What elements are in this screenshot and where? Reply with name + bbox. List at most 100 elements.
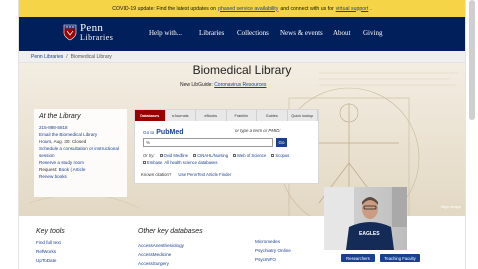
nav-news-events[interactable]: News & events [280, 29, 333, 37]
scrollbar[interactable] [465, 0, 478, 269]
schedule-consultation-link[interactable]: Schedule a consultation or instructional… [39, 145, 122, 159]
key-tool-refworks[interactable]: RefWorks [36, 247, 136, 256]
other-key-databases-section: Other key databases AccessAnesthesiology… [138, 228, 338, 268]
request-label: Request: [39, 167, 58, 172]
option-cinahl-label: CINAHL/Nursing [197, 153, 229, 158]
logo-libraries-text: Libraries [80, 33, 114, 42]
option-scopus[interactable]: Scopus [271, 153, 289, 158]
db-accessanesthesiology[interactable]: AccessAnesthesiology [138, 241, 236, 250]
pubmed-logo-med: Med [169, 129, 184, 136]
pubmed-logo-link[interactable]: PubMed [156, 129, 183, 136]
known-citation-label: Known citation? [141, 172, 172, 177]
option-cinahl[interactable]: CINAHL/Nursing [193, 153, 228, 158]
option-ovid-medline-label: Ovid Medline [163, 153, 189, 158]
option-embase[interactable]: Embase [143, 160, 162, 165]
main-nav: Help with... Libraries Collections News … [149, 29, 382, 37]
tab-ejournals[interactable]: eJournals [166, 110, 196, 121]
search-input[interactable]: % [143, 138, 273, 147]
tab-quick-lookup[interactable]: Quick lookup [288, 110, 318, 121]
db-micromedex[interactable]: Micromedex [255, 237, 291, 246]
or-try-label: Or try: [143, 153, 155, 158]
breadcrumb-current: Biomedical Library [70, 53, 112, 60]
pubmed-logo-pub: Pub [156, 129, 170, 136]
request-row: Request: Book | Article [39, 166, 122, 173]
option-ovid-medline[interactable]: Ovid Medline [159, 153, 189, 158]
alert-prefix: COVID-19 update: Find the latest updates… [112, 5, 217, 12]
search-tabs: Databases eJournals eBooks Franklin Guid… [135, 110, 318, 121]
nav-giving[interactable]: Giving [363, 29, 382, 37]
researchers-button[interactable]: Researchers [341, 254, 375, 262]
checkbox-icon[interactable] [271, 154, 275, 158]
renew-books-link[interactable]: Renew books [39, 173, 122, 180]
other-databases-col2: Micromedex Psychiatry Online PsycINFO [255, 237, 291, 264]
browser-page: COVID-19 update: Find the latest updates… [19, 0, 465, 269]
checkbox-icon[interactable] [159, 154, 163, 158]
at-library-heading: At the Library [39, 113, 81, 120]
scrollbar-thumb[interactable] [469, 0, 475, 120]
or-try-options: Or try: Ovid Medline CINAHL/Nursing Web … [143, 153, 313, 158]
request-book-link[interactable]: Book [59, 167, 69, 172]
go-to-pubmed-row: Go to PubMed [143, 129, 183, 136]
hours-text: , Aug. 30: Closed [51, 139, 87, 144]
email-library-link[interactable]: Email the Biomedical Library [39, 131, 122, 138]
hours-link[interactable]: Hours [39, 139, 51, 144]
key-tools-heading: Key tools [36, 228, 65, 235]
other-databases-heading: Other key databases [138, 228, 203, 235]
key-tool-uptodate[interactable]: UpToDate [36, 256, 136, 265]
alert-link-phased-services[interactable]: phased service availability [218, 6, 278, 12]
phone-link[interactable]: 215-898-5818 [39, 124, 122, 131]
search-hint: or type a term or PMID: [235, 128, 281, 133]
nav-about[interactable]: About [333, 29, 363, 37]
db-psychiatry-online[interactable]: Psychiatry Online [255, 246, 291, 255]
nav-help-with[interactable]: Help with... [149, 29, 199, 37]
page-title: Biomedical Library [192, 63, 292, 77]
teaching-faculty-button[interactable]: Teaching Faculty [380, 254, 420, 262]
option-embase-label: Embase [147, 160, 163, 165]
penn-shield-icon [63, 24, 77, 41]
alert-suffix: . [370, 5, 372, 12]
site-header: Penn Libraries Help with... Libraries Co… [19, 17, 465, 51]
key-tool-find-full-text[interactable]: Find full text [36, 238, 136, 247]
libguide-coronavirus-link[interactable]: Coronavirus Resources [214, 82, 266, 88]
tab-guides[interactable]: Guides [257, 110, 288, 121]
breadcrumb: Penn Libraries / Biomedical Library [19, 51, 465, 63]
option-web-of-science-label: Web of Science [237, 153, 267, 158]
alert-middle: and connect with us for [280, 5, 334, 12]
nav-collections[interactable]: Collections [237, 29, 280, 37]
tab-franklin[interactable]: Franklin [227, 110, 257, 121]
covid-alert-banner: COVID-19 update: Find the latest updates… [19, 0, 465, 17]
tab-ebooks[interactable]: eBooks [196, 110, 227, 121]
nav-libraries[interactable]: Libraries [199, 29, 237, 37]
go-button[interactable]: Go [276, 138, 287, 147]
at-the-library-card: At the Library 215-898-5818 Email the Bi… [34, 109, 127, 197]
penn-libraries-logo[interactable]: Penn Libraries [63, 23, 113, 42]
search-widget: Databases eJournals eBooks Franklin Guid… [134, 109, 319, 184]
shirt-text: EAGLES [359, 231, 380, 237]
checkbox-icon[interactable] [233, 154, 237, 158]
presenter-video-icon [324, 187, 407, 250]
libguide-notice: New LibGuide: Coronavirus Resources [180, 82, 266, 88]
hours-row: Hours, Aug. 30: Closed [39, 138, 122, 145]
left-window-edge [0, 0, 19, 269]
libguide-label: New LibGuide: [180, 82, 213, 88]
option-scopus-label: Scopus [275, 153, 290, 158]
image-credit: Bigo image [440, 204, 461, 209]
key-tools-section: Key tools Find full text RefWorks UpToDa… [36, 228, 136, 265]
or-try-options-row2: Embase All health science databases [143, 160, 217, 165]
db-psycinfo[interactable]: PsycINFO [255, 255, 291, 264]
db-accesssurgery[interactable]: AccessSurgery [138, 259, 236, 268]
breadcrumb-penn-libraries[interactable]: Penn Libraries [31, 54, 63, 60]
db-accessmedicine[interactable]: AccessMedicine [138, 250, 236, 259]
request-article-link[interactable]: Article [73, 167, 86, 172]
checkbox-icon[interactable] [193, 154, 197, 158]
tab-databases[interactable]: Databases [135, 110, 166, 121]
penntext-finder-link[interactable]: Use PennText Article Finder [178, 172, 231, 177]
reserve-study-room-link[interactable]: Reserve a study room [39, 159, 122, 166]
option-web-of-science[interactable]: Web of Science [233, 153, 266, 158]
known-citation-row: Known citation? Use PennText Article Fin… [141, 172, 231, 177]
go-to-label: Go to [143, 130, 155, 135]
checkbox-icon[interactable] [143, 161, 146, 165]
all-health-databases-link[interactable]: All health science databases [164, 160, 217, 165]
request-separator: | [70, 167, 72, 172]
alert-link-virtual-support[interactable]: virtual support [336, 6, 369, 12]
